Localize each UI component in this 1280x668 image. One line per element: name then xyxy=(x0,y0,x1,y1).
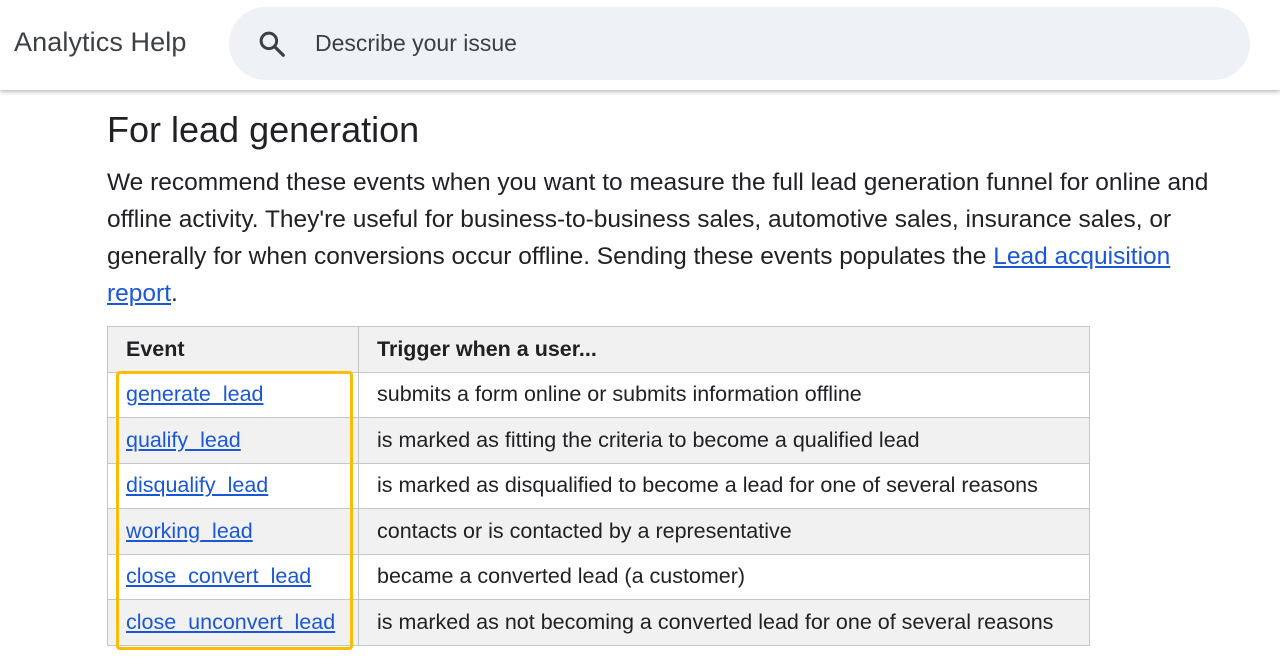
table-row: disqualify_lead is marked as disqualifie… xyxy=(107,462,1090,509)
event-link-qualify-lead[interactable]: qualify_lead xyxy=(126,428,241,452)
trigger-cell: became a converted lead (a customer) xyxy=(358,553,1090,600)
trigger-cell: submits a form online or submits informa… xyxy=(358,371,1090,418)
search-icon[interactable] xyxy=(257,29,287,59)
search-input[interactable] xyxy=(315,25,1195,61)
trigger-cell: is marked as not becoming a converted le… xyxy=(358,599,1090,646)
table-row: generate_lead submits a form online or s… xyxy=(107,371,1090,418)
event-cell: qualify_lead xyxy=(107,417,359,464)
event-link-generate-lead[interactable]: generate_lead xyxy=(126,382,263,406)
event-link-disqualify-lead[interactable]: disqualify_lead xyxy=(126,473,268,497)
event-cell: working_lead xyxy=(107,508,359,555)
event-link-close-unconvert-lead[interactable]: close_unconvert_lead xyxy=(126,610,335,634)
event-cell: close_convert_lead xyxy=(107,553,359,600)
trigger-cell: is marked as disqualified to become a le… xyxy=(358,462,1090,509)
section-title: For lead generation xyxy=(107,109,420,150)
header-event: Event xyxy=(107,326,359,373)
event-cell: disqualify_lead xyxy=(107,462,359,509)
event-cell: close_unconvert_lead xyxy=(107,599,359,646)
table-row: working_lead contacts or is contacted by… xyxy=(107,508,1090,555)
event-link-close-convert-lead[interactable]: close_convert_lead xyxy=(126,564,311,588)
site-title[interactable]: Analytics Help xyxy=(14,27,186,58)
event-cell: generate_lead xyxy=(107,371,359,418)
intro-end: . xyxy=(171,280,178,307)
section-intro: We recommend these events when you want … xyxy=(107,164,1247,312)
table-row: close_convert_lead became a converted le… xyxy=(107,553,1090,600)
search-bar[interactable] xyxy=(229,7,1250,80)
table-row: close_unconvert_lead is marked as not be… xyxy=(107,599,1090,646)
article-section: For lead generation We recommend these e… xyxy=(107,108,1257,312)
events-table: Event Trigger when a user... generate_le… xyxy=(107,326,1090,646)
event-link-working-lead[interactable]: working_lead xyxy=(126,519,253,543)
top-bar: Analytics Help xyxy=(0,0,1280,90)
trigger-cell: is marked as fitting the criteria to bec… xyxy=(358,417,1090,464)
header-trigger: Trigger when a user... xyxy=(358,326,1090,373)
table-header-row: Event Trigger when a user... xyxy=(107,326,1090,373)
trigger-cell: contacts or is contacted by a representa… xyxy=(358,508,1090,555)
table-row: qualify_lead is marked as fitting the cr… xyxy=(107,417,1090,464)
